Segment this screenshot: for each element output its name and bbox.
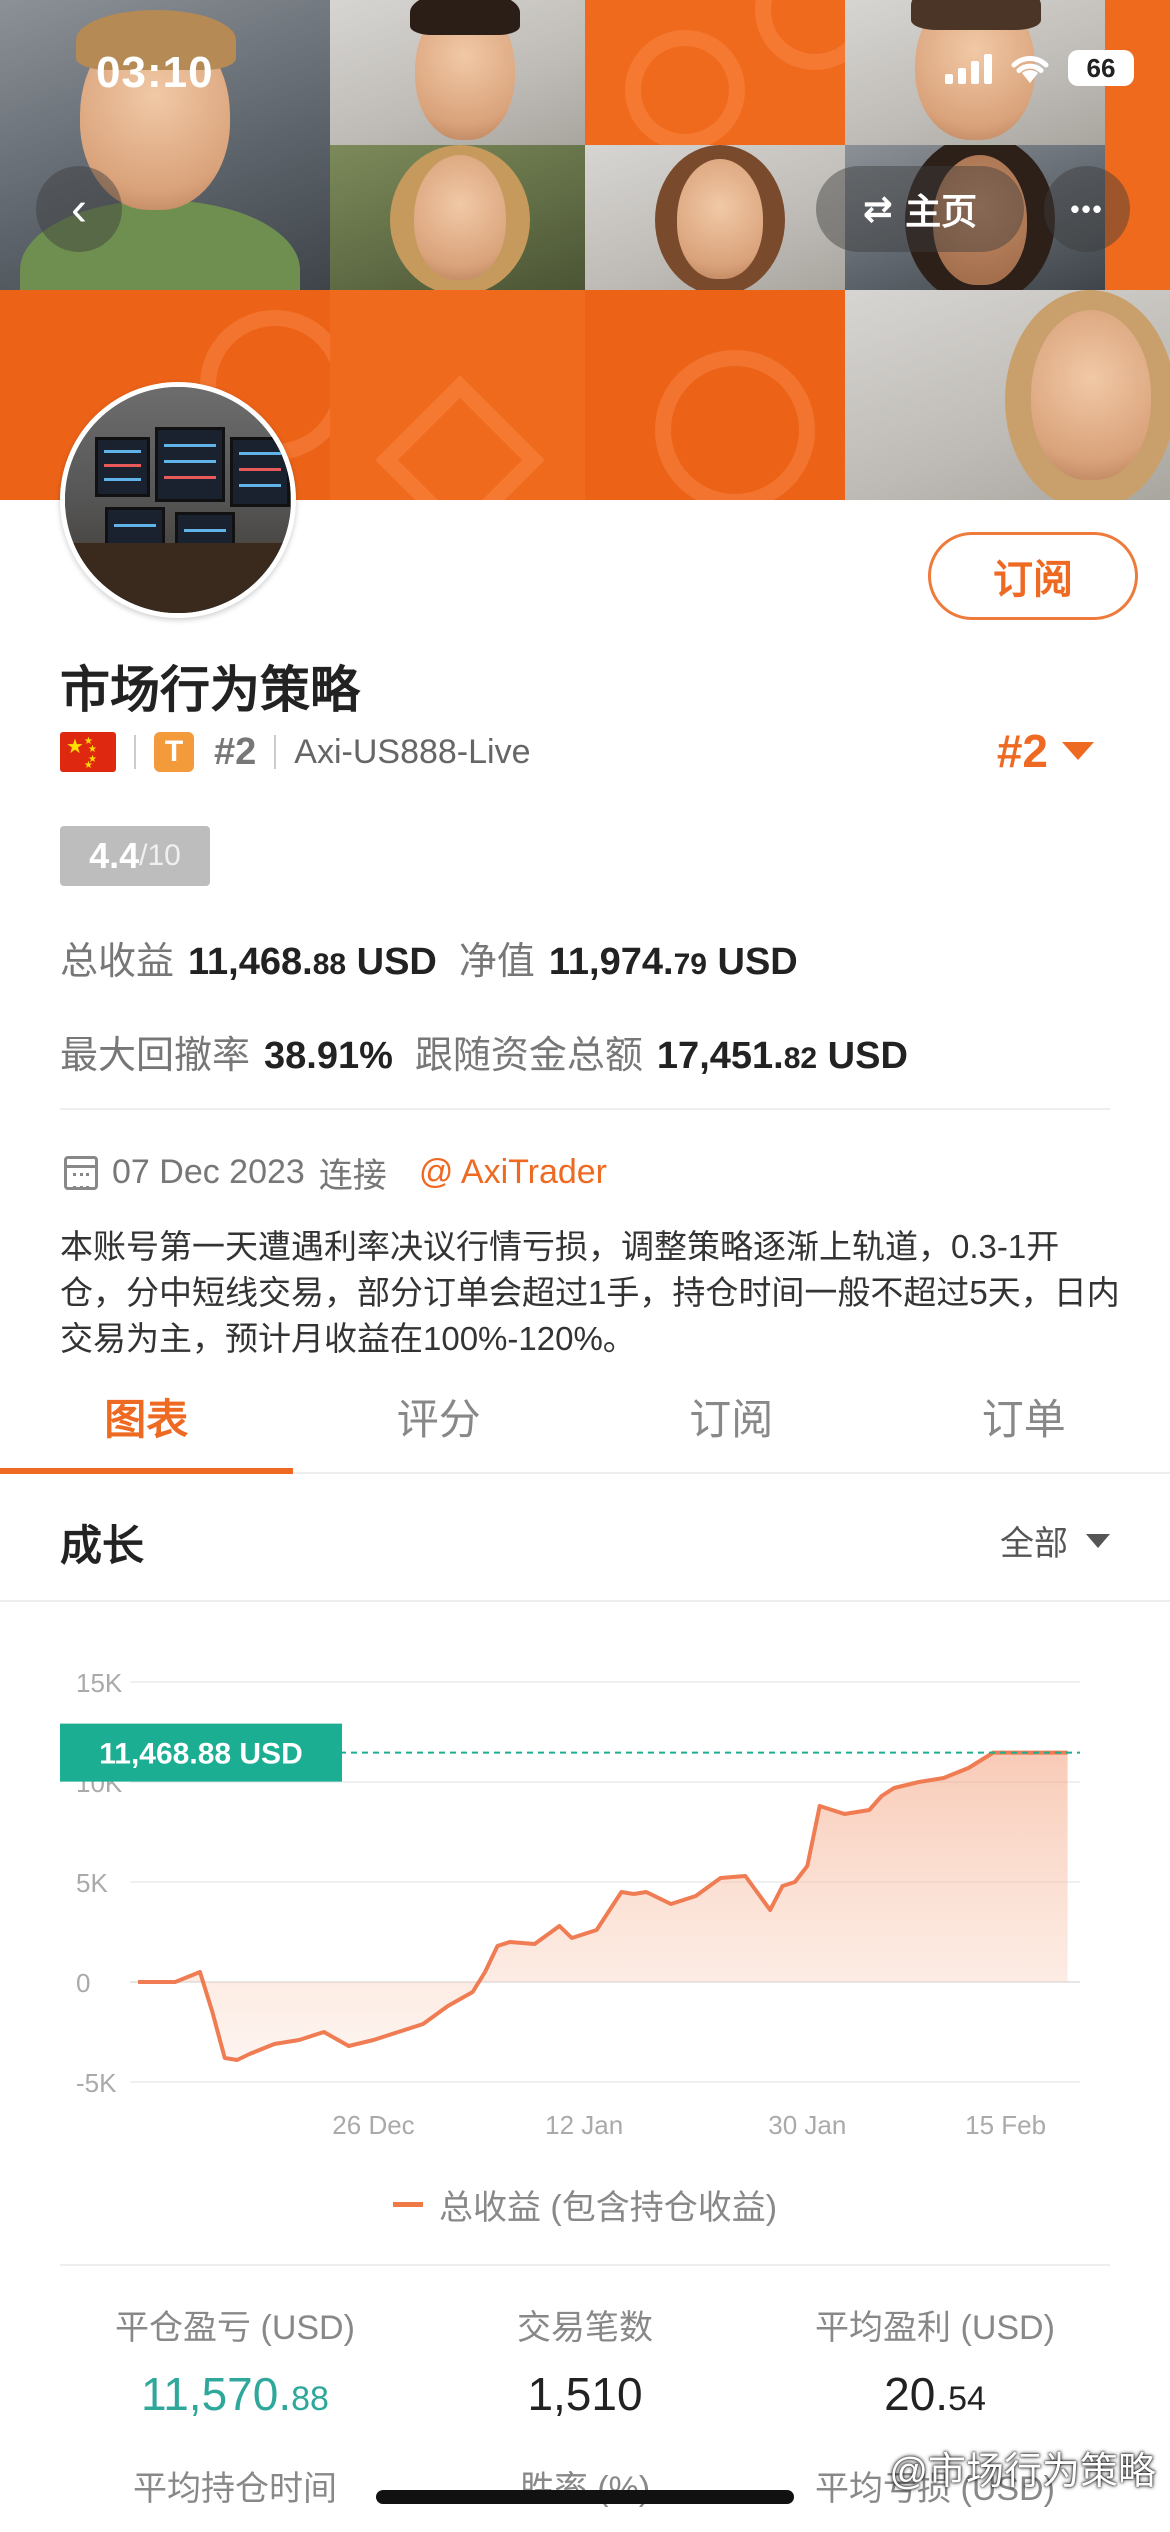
max-drawdown-label: 最大回撤率	[60, 1035, 251, 1077]
tab-chart[interactable]: 图表	[0, 1370, 293, 1474]
current-value-label: 11,468.88 USD	[99, 1738, 302, 1771]
divider	[60, 2264, 1110, 2266]
rank-dropdown[interactable]: #2	[997, 724, 1094, 778]
drawdown-funds-line: 最大回撤率 38.91% 跟随资金总额 17,451.82 USD	[60, 1024, 908, 1079]
strategy-title: 市场行为策略	[60, 662, 360, 718]
china-flag-icon: ★ ★ ★ ★ ★	[60, 732, 116, 772]
chevron-left-icon: ‹	[71, 182, 87, 236]
y-tick-label: 0	[76, 1968, 90, 1998]
score-suffix: /10	[139, 839, 181, 872]
tab-subscribe[interactable]: 订阅	[585, 1370, 878, 1472]
banner-orange-tile	[585, 0, 845, 145]
legend-label: 总收益 (包含持仓收益)	[438, 2189, 778, 2227]
banner-photo-woman-laughing	[845, 290, 1170, 500]
strategy-avatar	[60, 382, 296, 618]
back-button[interactable]: ‹	[36, 166, 122, 252]
more-icon: •••	[1070, 193, 1104, 224]
home-indicator[interactable]	[376, 2490, 794, 2504]
x-tick-label: 15 Feb	[965, 2110, 1046, 2140]
section-title: 成长	[60, 1522, 145, 1569]
tier-badge: T	[154, 732, 194, 772]
rank-small: #2	[214, 730, 257, 773]
swap-icon: ⇄	[862, 188, 894, 229]
score-badge: 4.4/10	[60, 826, 210, 886]
x-tick-label: 30 Jan	[768, 2110, 846, 2140]
status-icons: 66	[945, 50, 1134, 86]
watermark: @市场行为策略	[889, 2451, 1156, 2493]
subscribe-button[interactable]: 订阅	[928, 532, 1138, 620]
calendar-icon	[64, 1155, 98, 1190]
strategy-meta: ★ ★ ★ ★ ★ T #2 Axi-US888-Live	[60, 730, 531, 774]
banner-photo-man-smile	[330, 0, 585, 145]
summary-closed-pnl: 平仓盈亏 (USD) 11,570.88	[115, 2309, 355, 2420]
status-time: 03:10	[96, 48, 214, 97]
x-tick-label: 12 Jan	[545, 2110, 623, 2140]
equity-label: 净值	[458, 941, 535, 983]
y-tick-label: 5K	[76, 1868, 108, 1898]
banner-photo-woman-blonde	[330, 145, 585, 290]
tab-bar: 图表 评分 订阅 订单	[0, 1370, 1170, 1474]
home-button[interactable]: ⇄ 主页	[816, 166, 1024, 252]
chart-legend: 总收益 (包含持仓收益)	[0, 2180, 1170, 2229]
connect-date: 07 Dec 2023	[112, 1153, 305, 1191]
summary-avg-profit: 平均盈利 (USD) 20.54	[815, 2309, 1055, 2420]
signal-icon	[945, 52, 992, 84]
wifi-icon	[1011, 56, 1049, 83]
follow-funds-value: 17,451.82 USD	[656, 1035, 908, 1077]
tab-rating[interactable]: 评分	[293, 1370, 586, 1472]
growth-header: 成长 全部	[0, 1476, 1170, 1602]
home-button-label: 主页	[905, 191, 978, 232]
rank-big: #2	[996, 725, 1048, 777]
range-select[interactable]: 全部	[1000, 1516, 1110, 1565]
profit-equity-line: 总收益 11,468.88 USD 净值 11,974.79 USD	[60, 930, 798, 985]
series-area	[138, 1752, 1068, 2060]
x-tick-label: 26 Dec	[332, 2110, 414, 2140]
y-tick-label: -5K	[76, 2068, 117, 2098]
summary-avg-hold-time: 平均持仓时间	[133, 2470, 337, 2508]
banner-photo-man-glasses	[0, 0, 330, 290]
more-button[interactable]: •••	[1044, 166, 1130, 252]
max-drawdown-value: 38.91%	[264, 1035, 393, 1077]
trader-link[interactable]: @ AxiTrader	[419, 1153, 607, 1192]
follow-funds-label: 跟随资金总额	[414, 1035, 643, 1077]
strategy-description: 本账号第一天遭遇利率决议行情亏损，调整策略逐渐上轨道，0.3-1开仓，分中短线交…	[60, 1228, 1120, 1357]
tab-orders[interactable]: 订单	[878, 1370, 1170, 1472]
battery-indicator: 66	[1068, 50, 1134, 86]
divider	[60, 1108, 1110, 1110]
caret-down-icon	[1062, 742, 1094, 760]
total-profit-value: 11,468.88 USD	[188, 941, 437, 983]
growth-chart: 15K 10K 5K 0 -5K 26 Dec 12 Jan 30 Jan 15 Feb 11,…	[0, 1620, 1170, 2140]
equity-value: 11,974.79 USD	[548, 941, 798, 983]
legend-swatch	[392, 2202, 423, 2207]
caret-down-icon	[1086, 1533, 1110, 1548]
connect-label: 连接	[318, 1157, 387, 1195]
banner-photo-woman-brunette	[585, 145, 845, 290]
range-select-label: 全部	[1000, 1525, 1068, 1563]
summary-trade-count: 交易笔数 1,510	[517, 2309, 653, 2420]
score-value: 4.4	[89, 835, 140, 876]
total-profit-label: 总收益	[60, 941, 175, 983]
y-tick-label: 15K	[76, 1668, 123, 1698]
growth-chart-svg: 15K10K5K0-5K26 Dec 12 Jan 30 Jan 15 Feb 11,…	[60, 1668, 1080, 2140]
account-name: Axi-US888-Live	[294, 732, 531, 771]
connect-row: 07 Dec 2023 连接 @ AxiTrader	[64, 1148, 607, 1197]
